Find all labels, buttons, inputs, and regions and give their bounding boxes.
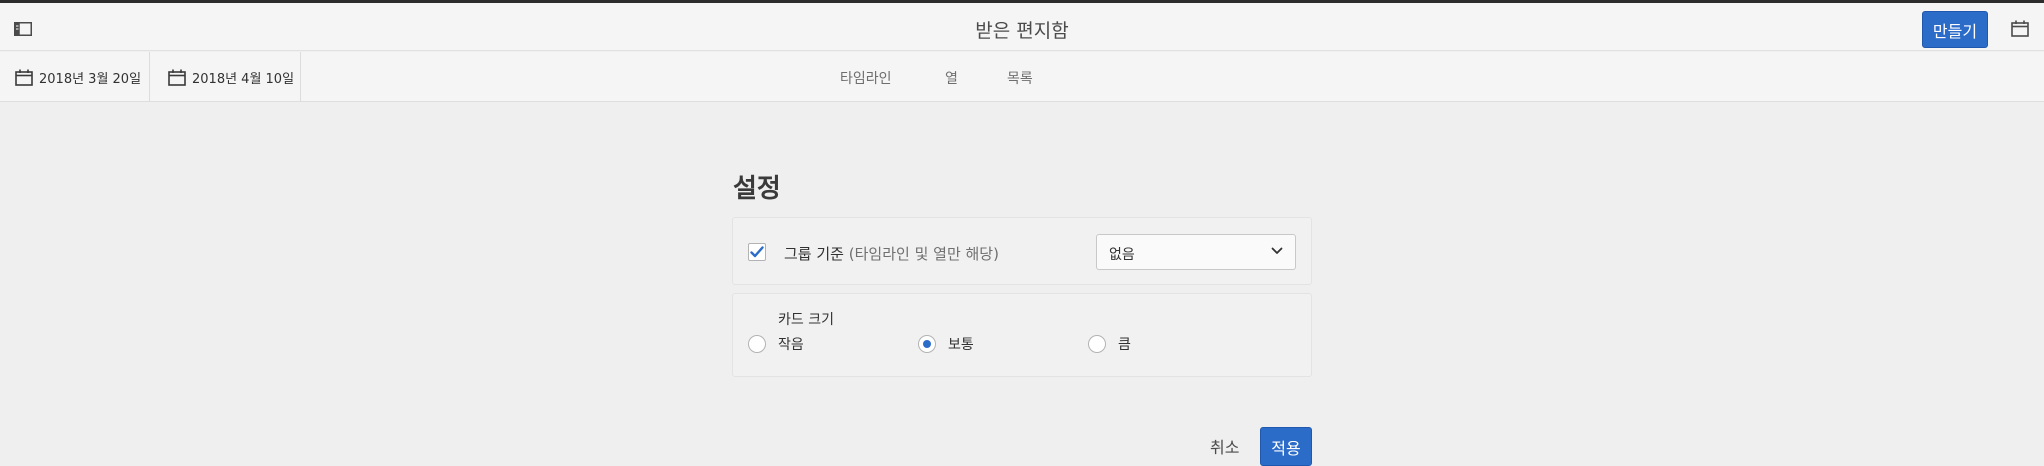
toolbar-divider	[300, 52, 301, 102]
apply-button[interactable]: 적용	[1260, 427, 1312, 466]
end-date-picker[interactable]: 2018년 4월 10일	[168, 52, 294, 102]
calendar-icon	[168, 69, 186, 86]
app-header: 받은 편지함 만들기	[0, 3, 2044, 51]
calendar-icon	[2011, 20, 2029, 41]
end-date-label: 2018년 4월 10일	[192, 71, 295, 87]
radio-small[interactable]	[748, 335, 766, 353]
card-size-medium-option[interactable]: 보통	[918, 334, 974, 354]
radio-selected-dot	[923, 340, 931, 348]
calendar-icon	[15, 69, 33, 86]
group-by-hint: (타임라인 및 열만 해당)	[848, 245, 999, 263]
radio-medium-label: 보통	[948, 337, 974, 353]
chevron-down-icon	[1271, 247, 1283, 255]
start-date-picker[interactable]: 2018년 3월 20일	[15, 52, 141, 102]
start-date-label: 2018년 3월 20일	[39, 71, 142, 87]
calendar-button[interactable]	[2005, 15, 2035, 45]
checkmark-icon	[750, 243, 764, 262]
tab-list[interactable]: 목록	[1007, 68, 1033, 88]
group-by-select[interactable]: 없음	[1096, 234, 1296, 270]
view-toolbar: 2018년 3월 20일 2018년 4월 10일 타임라인 열 목록	[0, 52, 2044, 102]
card-size-small-option[interactable]: 작음	[748, 334, 804, 354]
toolbar-divider	[149, 52, 150, 102]
radio-small-label: 작음	[778, 337, 804, 353]
group-by-label: 그룹 기준 (타임라인 및 열만 해당)	[784, 243, 999, 264]
page-title: 받은 편지함	[975, 20, 1069, 42]
card-size-large-option[interactable]: 큼	[1088, 334, 1131, 354]
group-by-checkbox[interactable]	[748, 243, 766, 261]
tab-timeline[interactable]: 타임라인	[840, 68, 892, 88]
group-by-text: 그룹 기준	[784, 245, 844, 263]
create-button[interactable]: 만들기	[1922, 11, 1988, 48]
group-by-panel: 그룹 기준 (타임라인 및 열만 해당) 없음	[732, 217, 1312, 285]
settings-title: 설정	[733, 174, 781, 204]
card-size-panel: 카드 크기 작음 보통 큼	[732, 293, 1312, 377]
radio-large[interactable]	[1088, 335, 1106, 353]
group-by-selected-value: 없음	[1109, 247, 1135, 263]
card-size-label: 카드 크기	[778, 312, 834, 328]
tab-column[interactable]: 열	[945, 68, 958, 88]
radio-large-label: 큼	[1118, 337, 1131, 353]
cancel-button[interactable]: 취소	[1210, 434, 1239, 458]
radio-medium[interactable]	[918, 335, 936, 353]
